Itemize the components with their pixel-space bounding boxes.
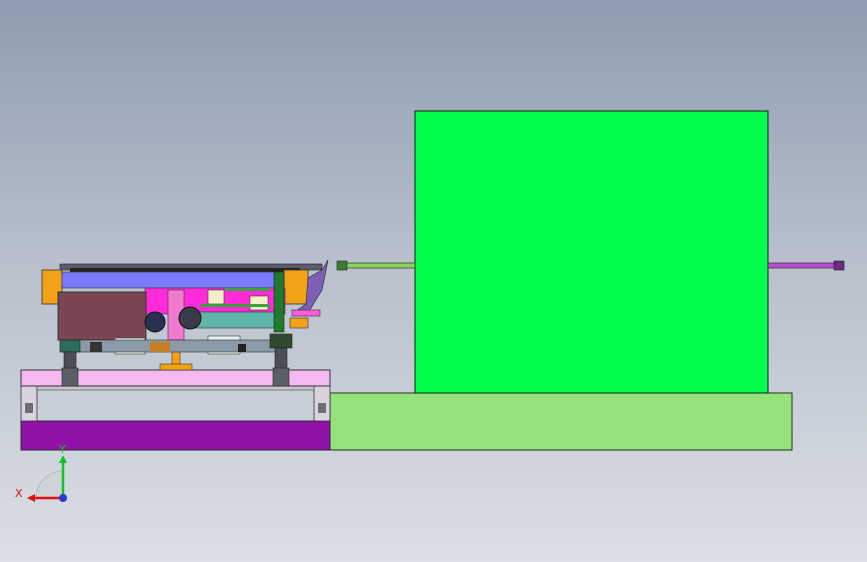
green-block[interactable] (414, 110, 769, 394)
brown-panel[interactable] (57, 291, 147, 341)
purple-base[interactable] (20, 420, 331, 451)
orange-housing-right[interactable] (283, 269, 309, 305)
axis-label-x: X (15, 487, 23, 500)
view-triad-icon (27, 455, 67, 502)
purple-rod[interactable] (767, 260, 845, 271)
machine-assembly[interactable] (41, 259, 329, 387)
axis-label-y: Y (58, 443, 66, 456)
green-rod[interactable] (336, 260, 416, 271)
model-view[interactable]: Y X (0, 0, 867, 562)
light-green-base[interactable] (329, 392, 793, 451)
cad-viewport[interactable]: Y X (0, 0, 867, 562)
